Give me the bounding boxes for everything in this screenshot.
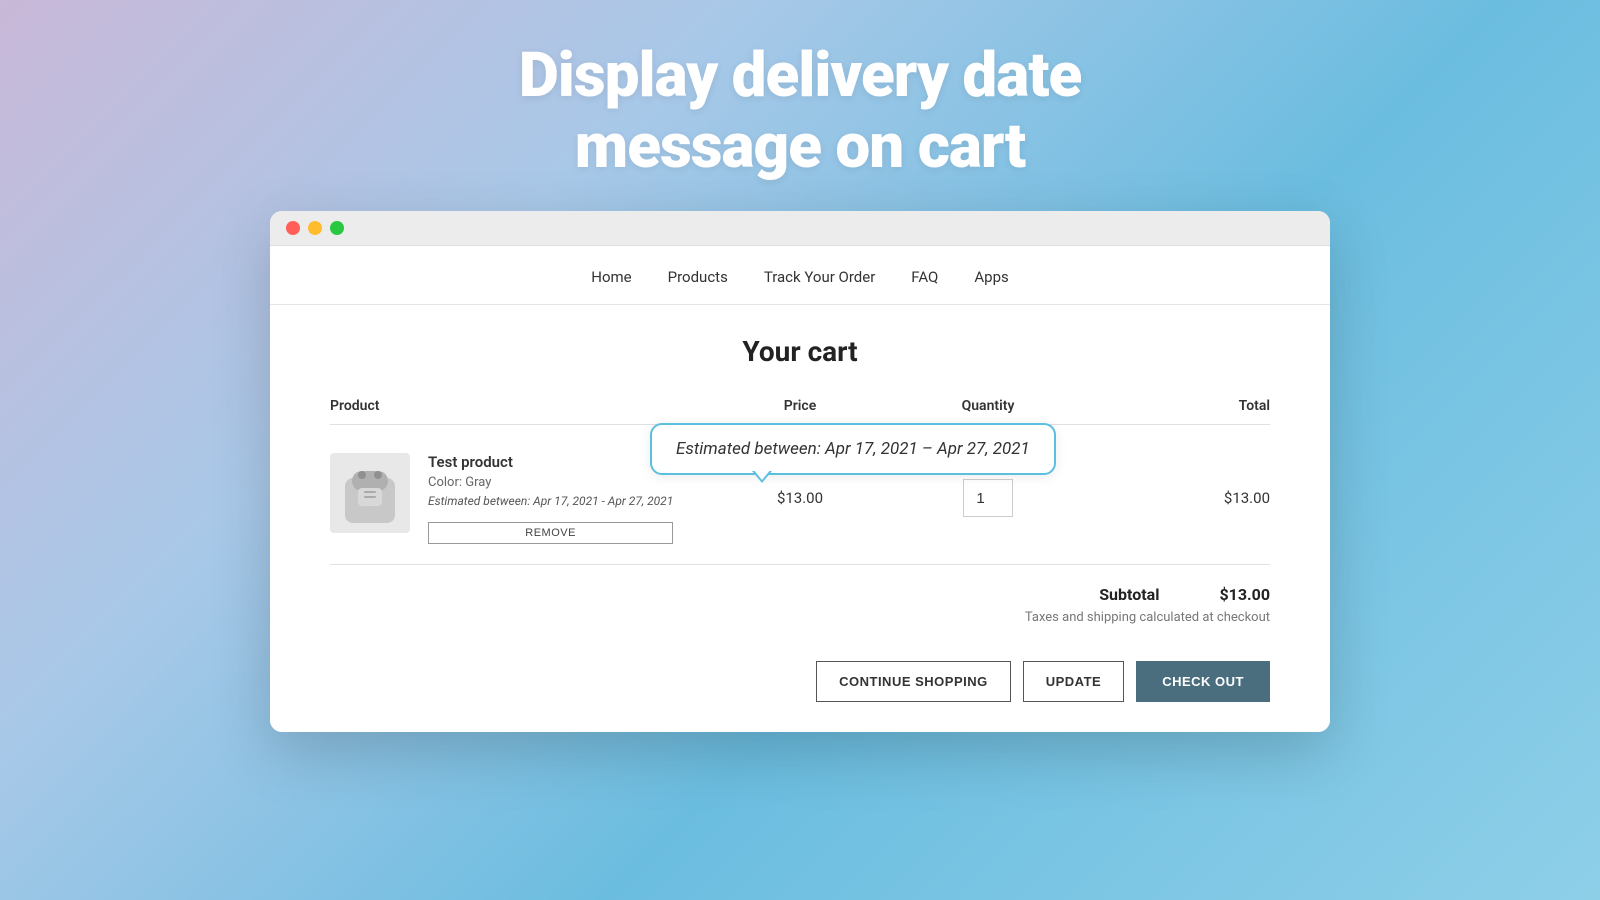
- nav-track-order[interactable]: Track Your Order: [764, 268, 875, 286]
- col-header-price: Price: [706, 398, 894, 414]
- product-price: $13.00: [706, 489, 894, 507]
- product-total: $13.00: [1082, 489, 1270, 507]
- product-quantity-col: [894, 479, 1082, 517]
- update-button[interactable]: UPDATE: [1023, 661, 1124, 702]
- hero-title: Display delivery date message on cart: [519, 40, 1082, 183]
- subtotal-row: Subtotal $13.00: [1099, 585, 1270, 604]
- product-delivery-text: Estimated between: Apr 17, 2021 - Apr 27…: [428, 494, 673, 508]
- subtotal-label: Subtotal: [1099, 585, 1159, 604]
- product-image: [330, 453, 410, 533]
- cart-title: Your cart: [330, 335, 1270, 368]
- remove-button[interactable]: REMOVE: [428, 522, 673, 544]
- cart-table-header: Product Price Quantity Total: [330, 398, 1270, 425]
- browser-window: Home Products Track Your Order FAQ Apps …: [270, 211, 1330, 732]
- continue-shopping-button[interactable]: CONTINUE SHOPPING: [816, 661, 1011, 702]
- checkout-button[interactable]: CHECK OUT: [1136, 661, 1270, 702]
- minimize-dot: [308, 221, 322, 235]
- subtotal-section: Subtotal $13.00 Taxes and shipping calcu…: [330, 565, 1270, 641]
- nav-home[interactable]: Home: [591, 268, 631, 286]
- site-nav: Home Products Track Your Order FAQ Apps: [270, 246, 1330, 305]
- col-header-total: Total: [1082, 398, 1270, 414]
- delivery-tooltip: Estimated between: Apr 17, 2021 – Apr 27…: [650, 423, 1056, 475]
- product-name: Test product: [428, 453, 673, 471]
- product-thumbnail: [330, 453, 410, 533]
- nav-apps[interactable]: Apps: [974, 268, 1008, 286]
- product-variant: Color: Gray: [428, 475, 673, 490]
- close-dot: [286, 221, 300, 235]
- col-header-quantity: Quantity: [894, 398, 1082, 414]
- maximize-dot: [330, 221, 344, 235]
- product-details: Test product Color: Gray Estimated betwe…: [428, 453, 673, 544]
- browser-content: Home Products Track Your Order FAQ Apps …: [270, 246, 1330, 732]
- quantity-input[interactable]: [963, 479, 1013, 517]
- subtotal-value: $13.00: [1219, 585, 1270, 604]
- browser-bar: [270, 211, 1330, 246]
- col-header-product: Product: [330, 398, 706, 414]
- tax-note: Taxes and shipping calculated at checkou…: [1025, 610, 1270, 625]
- cart-row: Estimated between: Apr 17, 2021 – Apr 27…: [330, 433, 1270, 565]
- nav-faq[interactable]: FAQ: [911, 268, 938, 286]
- action-buttons: CONTINUE SHOPPING UPDATE CHECK OUT: [330, 661, 1270, 702]
- nav-products[interactable]: Products: [668, 268, 728, 286]
- cart-section: Your cart Product Price Quantity Total E…: [270, 305, 1330, 732]
